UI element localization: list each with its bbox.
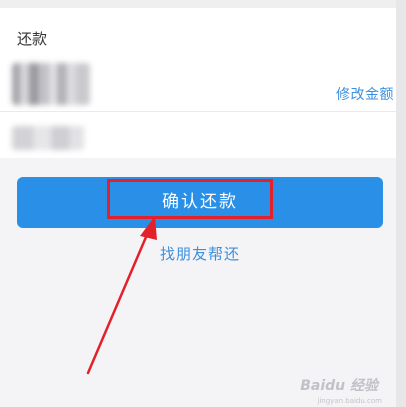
baidu-watermark: Baidu 经验 (300, 378, 378, 394)
top-spacer (0, 0, 396, 8)
right-edge-strip (396, 0, 406, 407)
confirm-repayment-button[interactable]: 确认还款 (17, 177, 383, 228)
ask-friend-link[interactable]: 找朋友帮还 (0, 244, 396, 264)
modify-amount-link[interactable]: 修改金额 (336, 86, 394, 104)
repayment-card: 还款 修改金额 (0, 8, 396, 158)
blurred-amount (12, 63, 90, 105)
card-title: 还款 (17, 30, 48, 48)
repayment-screen: 还款 修改金额 确认还款 找朋友帮还 (0, 0, 396, 407)
confirm-repayment-label: 确认还款 (162, 192, 238, 212)
blurred-description (12, 126, 84, 150)
card-divider (0, 111, 396, 112)
baidu-watermark-sub: jingyan.baidu.com (317, 397, 382, 405)
